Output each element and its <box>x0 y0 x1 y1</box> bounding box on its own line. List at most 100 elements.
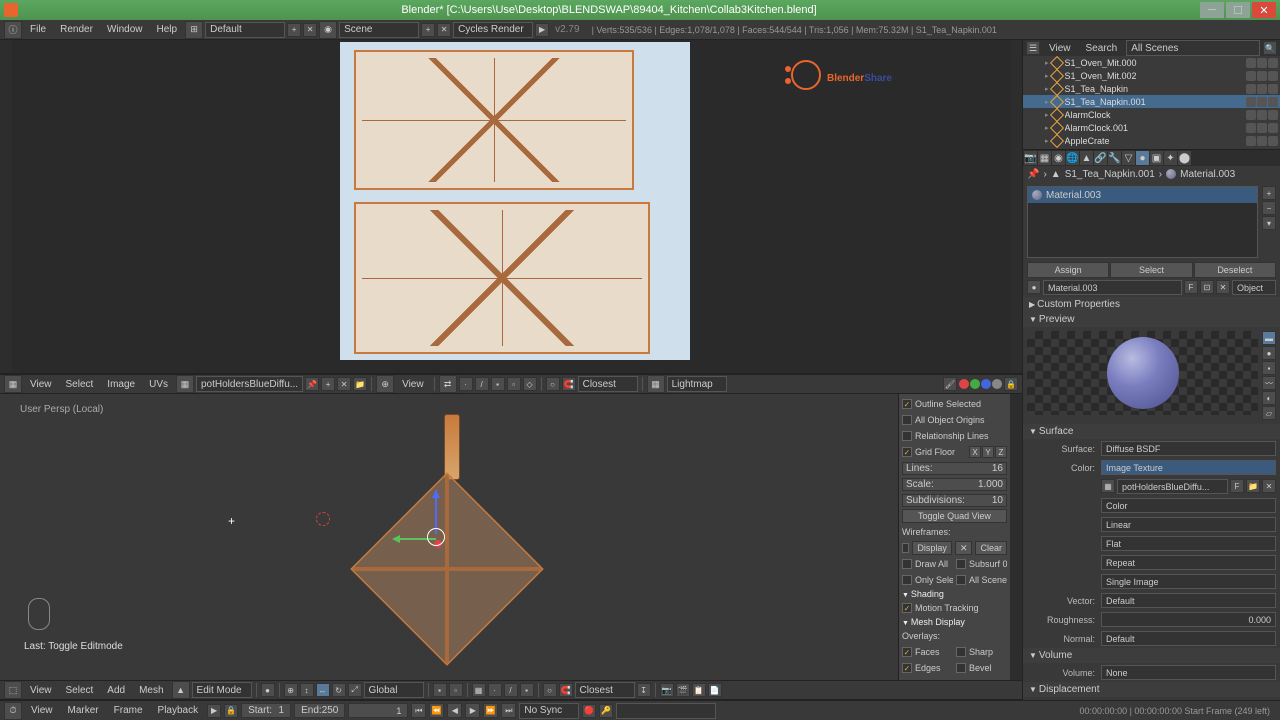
channel-r[interactable] <box>959 379 969 389</box>
scene-browse-icon[interactable]: ◉ <box>319 21 337 39</box>
layers-1[interactable]: ▪ <box>433 683 447 697</box>
vector-dropdown[interactable]: Default <box>1101 593 1276 608</box>
grid-floor-checkbox[interactable] <box>902 447 912 457</box>
surface-shader-dropdown[interactable]: Diffuse BSDF <box>1101 441 1276 456</box>
image-open-button[interactable]: 📁 <box>353 377 367 391</box>
v3d-menu-mesh[interactable]: Mesh <box>133 681 169 699</box>
renderable-icon[interactable] <box>1268 136 1278 146</box>
renderable-icon[interactable] <box>1268 58 1278 68</box>
renderable-icon[interactable] <box>1268 123 1278 133</box>
source-dropdown[interactable]: Single Image <box>1101 574 1276 589</box>
outliner-filter-icon[interactable]: 🔍 <box>1263 41 1277 55</box>
jump-start-button[interactable]: ⏮ <box>411 703 426 718</box>
orientation-dropdown[interactable]: Global <box>364 682 424 698</box>
snap-element-dropdown[interactable]: Closest <box>575 682 635 698</box>
v3d-menu-view[interactable]: View <box>24 681 58 699</box>
roughness-field[interactable]: 0.000 <box>1101 612 1276 627</box>
selectable-icon[interactable] <box>1257 71 1267 81</box>
paint-mode-icon[interactable]: 🖌 <box>943 377 957 391</box>
preview-shaderball-icon[interactable]: ◐ <box>1262 391 1276 405</box>
uv-menu-image[interactable]: Image <box>101 375 141 393</box>
play-reverse-button[interactable]: ◀ <box>447 703 462 718</box>
outliner-search[interactable]: Search <box>1080 40 1124 57</box>
volume-dropdown[interactable]: None <box>1101 665 1276 680</box>
all-origins-checkbox[interactable] <box>902 415 912 425</box>
uv-menu-uvs[interactable]: UVs <box>143 375 174 393</box>
preview-flat-icon[interactable]: ▬ <box>1262 331 1276 345</box>
preview-sphere-icon[interactable]: ● <box>1262 346 1276 360</box>
keyingset-dropdown[interactable] <box>616 703 716 719</box>
menu-help[interactable]: Help <box>151 21 184 39</box>
next-keyframe-button[interactable]: ⏩ <box>483 703 498 718</box>
projection-dropdown[interactable]: Flat <box>1101 536 1276 551</box>
channel-a[interactable] <box>992 379 1002 389</box>
uv-sel-vert[interactable]: · <box>459 377 473 391</box>
renderable-icon[interactable] <box>1268 97 1278 107</box>
onlysel-checkbox[interactable] <box>902 575 912 585</box>
tl-menu-view[interactable]: View <box>25 702 59 720</box>
uv-sticky[interactable]: ◇ <box>523 377 537 391</box>
image-browse-icon[interactable]: ▦ <box>176 375 194 393</box>
visibility-icon[interactable] <box>1246 110 1256 120</box>
surface-header[interactable]: Surface <box>1023 424 1280 439</box>
preview-cube-icon[interactable]: ▪ <box>1262 361 1276 375</box>
tab-modifiers[interactable]: 🔧 <box>1108 151 1121 165</box>
selectable-icon[interactable] <box>1257 123 1267 133</box>
clear-button[interactable]: Clear <box>975 541 1007 555</box>
tab-physics[interactable]: ⬤ <box>1178 151 1191 165</box>
visibility-icon[interactable] <box>1246 136 1256 146</box>
scene-dropdown[interactable]: Scene <box>339 22 419 38</box>
menu-file[interactable]: File <box>24 21 52 39</box>
pivot-median-icon[interactable]: ⊕ <box>284 683 298 697</box>
uv-scrollbar-left[interactable] <box>0 40 12 373</box>
normal-dropdown[interactable]: Default <box>1101 631 1276 646</box>
mat-nodes[interactable]: ⊡ <box>1200 280 1214 294</box>
snap-toggle-icon[interactable]: 🧲 <box>562 377 576 391</box>
current-frame-field[interactable]: 1 <box>348 703 408 718</box>
uv-sel-face[interactable]: ▪ <box>491 377 505 391</box>
uvmap-icon[interactable]: ▦ <box>647 375 665 393</box>
uv-menu-select[interactable]: Select <box>60 375 100 393</box>
keyset-icon[interactable]: 🔑 <box>599 704 613 718</box>
pivot-icon[interactable]: ⊕ <box>376 375 394 393</box>
render-anim-icon[interactable]: 🎬 <box>676 683 690 697</box>
outliner-item[interactable]: ▸S1_Tea_Napkin <box>1023 82 1280 95</box>
uv-sel-island[interactable]: ▫ <box>507 377 521 391</box>
tab-texture[interactable]: ▣ <box>1150 151 1163 165</box>
selectable-icon[interactable] <box>1257 84 1267 94</box>
close-button[interactable]: ✕ <box>1252 2 1276 18</box>
visibility-icon[interactable] <box>1246 123 1256 133</box>
image-unlink-button[interactable]: ✕ <box>337 377 351 391</box>
limit-sel-icon[interactable]: ▦ <box>472 683 486 697</box>
scale-field[interactable]: Scale:1.000 <box>902 478 1007 491</box>
displacement-header[interactable]: Displacement <box>1023 682 1280 697</box>
renderable-icon[interactable] <box>1268 71 1278 81</box>
subsurf-checkbox[interactable] <box>956 559 966 569</box>
outliner-item[interactable]: ▸S1_Oven_Mit.000 <box>1023 56 1280 69</box>
selectable-icon[interactable] <box>1257 58 1267 68</box>
material-slot-list[interactable]: Material.003 <box>1027 186 1258 258</box>
end-frame-field[interactable]: End:250 <box>294 703 345 718</box>
manip-translate[interactable]: ↔ <box>316 683 330 697</box>
image-name-field[interactable]: potHoldersBlueDiffu... <box>196 376 303 392</box>
uv-menu-view[interactable]: View <box>24 375 58 393</box>
extension-dropdown[interactable]: Repeat <box>1101 555 1276 570</box>
selectable-icon[interactable] <box>1257 97 1267 107</box>
uvmap-dropdown[interactable]: Lightmap <box>667 376 727 392</box>
tab-data[interactable]: ▽ <box>1122 151 1135 165</box>
maximize-button[interactable]: ☐ <box>1226 2 1250 18</box>
selectable-icon[interactable] <box>1257 110 1267 120</box>
drawall-checkbox[interactable] <box>902 559 912 569</box>
sync-dropdown[interactable]: No Sync <box>519 703 579 719</box>
minimize-button[interactable]: ─ <box>1200 2 1224 18</box>
v3d-scrollbar[interactable] <box>1010 394 1022 680</box>
tl-menu-playback[interactable]: Playback <box>152 702 205 720</box>
img-unlink-button[interactable]: ✕ <box>1262 479 1276 493</box>
image-new-button[interactable]: + <box>321 377 335 391</box>
visibility-icon[interactable] <box>1246 71 1256 81</box>
rel-lines-checkbox[interactable] <box>902 431 912 441</box>
wire-x-button[interactable]: ✕ <box>955 541 973 555</box>
lines-field[interactable]: Lines:16 <box>902 462 1007 475</box>
outliner-mode-dropdown[interactable]: All Scenes <box>1126 40 1260 56</box>
use-preview-icon[interactable]: ▶ <box>207 704 221 718</box>
